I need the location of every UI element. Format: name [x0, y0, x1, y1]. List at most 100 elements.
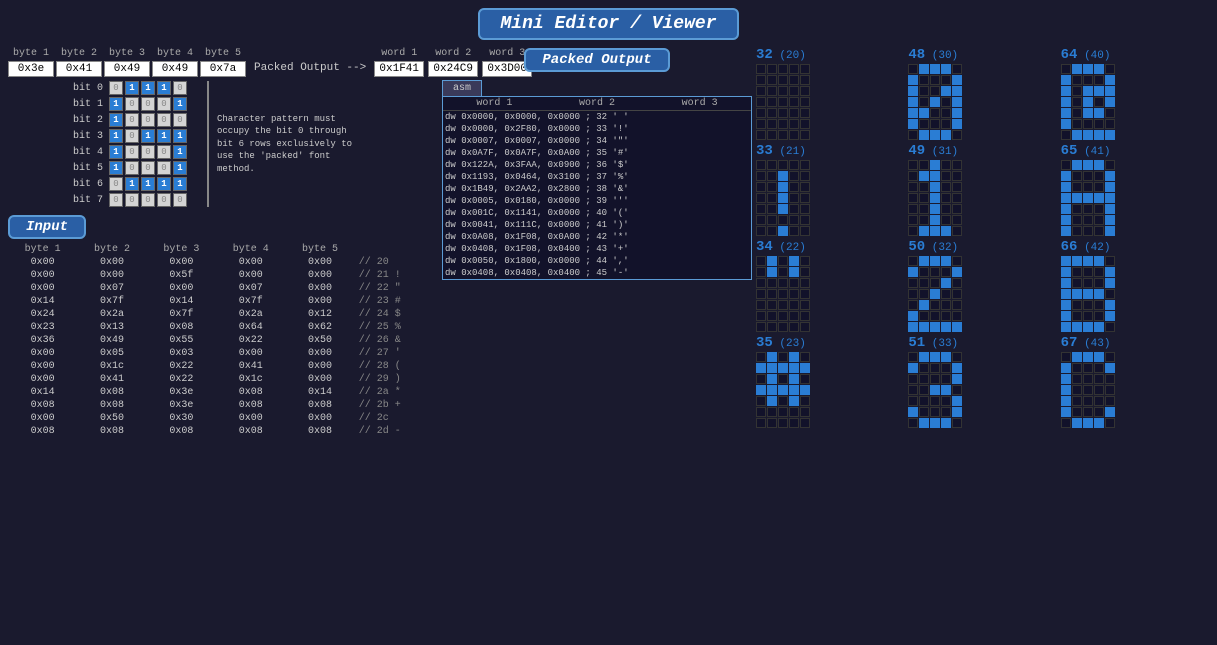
bit-cell-r3-c4[interactable]: 1	[173, 129, 187, 143]
input-cell-r12-c4[interactable]: 0x00	[285, 412, 354, 425]
bit-cell-r5-c4[interactable]: 1	[173, 161, 187, 175]
byte-val-4[interactable]: 0x49	[152, 61, 198, 77]
input-cell-r3-c1[interactable]: 0x7f	[77, 295, 146, 308]
input-cell-r5-c0[interactable]: 0x23	[8, 321, 77, 334]
input-cell-r2-c2[interactable]: 0x00	[147, 282, 216, 295]
bit-cell-r6-c0[interactable]: 0	[109, 177, 123, 191]
byte-val-5[interactable]: 0x7a	[200, 61, 246, 77]
bit-cell-r3-c3[interactable]: 1	[157, 129, 171, 143]
input-cell-r0-c2[interactable]: 0x00	[147, 256, 216, 269]
bit-cell-r3-c2[interactable]: 1	[141, 129, 155, 143]
input-cell-r2-c4[interactable]: 0x00	[285, 282, 354, 295]
bit-cell-r6-c3[interactable]: 1	[157, 177, 171, 191]
input-cell-r13-c2[interactable]: 0x08	[147, 425, 216, 438]
input-cell-r5-c3[interactable]: 0x64	[216, 321, 285, 334]
input-cell-r11-c0[interactable]: 0x08	[8, 399, 77, 412]
input-cell-r11-c4[interactable]: 0x08	[285, 399, 354, 412]
input-cell-r0-c0[interactable]: 0x00	[8, 256, 77, 269]
bit-cell-r1-c4[interactable]: 1	[173, 97, 187, 111]
input-cell-r12-c3[interactable]: 0x00	[216, 412, 285, 425]
input-cell-r1-c4[interactable]: 0x00	[285, 269, 354, 282]
input-cell-r10-c4[interactable]: 0x14	[285, 386, 354, 399]
input-cell-r6-c2[interactable]: 0x55	[147, 334, 216, 347]
bit-cell-r4-c4[interactable]: 1	[173, 145, 187, 159]
input-cell-r9-c0[interactable]: 0x00	[8, 373, 77, 386]
input-cell-r1-c0[interactable]: 0x00	[8, 269, 77, 282]
bit-cell-r5-c3[interactable]: 0	[157, 161, 171, 175]
input-cell-r4-c3[interactable]: 0x2a	[216, 308, 285, 321]
input-cell-r10-c0[interactable]: 0x14	[8, 386, 77, 399]
input-cell-r9-c1[interactable]: 0x41	[77, 373, 146, 386]
bit-cell-r7-c0[interactable]: 0	[109, 193, 123, 207]
bit-cell-r3-c1[interactable]: 0	[125, 129, 139, 143]
byte-val-1[interactable]: 0x3e	[8, 61, 54, 77]
bit-cell-r7-c4[interactable]: 0	[173, 193, 187, 207]
bit-cell-r0-c2[interactable]: 1	[141, 81, 155, 95]
input-cell-r3-c0[interactable]: 0x14	[8, 295, 77, 308]
input-cell-r1-c3[interactable]: 0x00	[216, 269, 285, 282]
input-cell-r2-c0[interactable]: 0x00	[8, 282, 77, 295]
bit-cell-r5-c0[interactable]: 1	[109, 161, 123, 175]
bit-cell-r7-c2[interactable]: 0	[141, 193, 155, 207]
input-cell-r9-c4[interactable]: 0x00	[285, 373, 354, 386]
bit-cell-r5-c1[interactable]: 0	[125, 161, 139, 175]
input-cell-r9-c2[interactable]: 0x22	[147, 373, 216, 386]
input-cell-r10-c3[interactable]: 0x08	[216, 386, 285, 399]
bit-cell-r2-c1[interactable]: 0	[125, 113, 139, 127]
input-cell-r1-c2[interactable]: 0x5f	[147, 269, 216, 282]
input-cell-r13-c4[interactable]: 0x08	[285, 425, 354, 438]
input-cell-r3-c4[interactable]: 0x00	[285, 295, 354, 308]
input-cell-r5-c4[interactable]: 0x62	[285, 321, 354, 334]
input-cell-r11-c1[interactable]: 0x08	[77, 399, 146, 412]
input-cell-r3-c3[interactable]: 0x7f	[216, 295, 285, 308]
input-cell-r8-c1[interactable]: 0x1c	[77, 360, 146, 373]
input-cell-r10-c1[interactable]: 0x08	[77, 386, 146, 399]
bit-cell-r0-c1[interactable]: 1	[125, 81, 139, 95]
output-table-container[interactable]: word 1 word 2 word 3 dw 0x0000, 0x0000, …	[442, 96, 752, 280]
input-cell-r7-c1[interactable]: 0x05	[77, 347, 146, 360]
input-cell-r8-c2[interactable]: 0x22	[147, 360, 216, 373]
input-cell-r13-c0[interactable]: 0x08	[8, 425, 77, 438]
input-cell-r5-c1[interactable]: 0x13	[77, 321, 146, 334]
input-cell-r2-c3[interactable]: 0x07	[216, 282, 285, 295]
input-cell-r8-c0[interactable]: 0x00	[8, 360, 77, 373]
input-cell-r8-c3[interactable]: 0x41	[216, 360, 285, 373]
bit-cell-r0-c0[interactable]: 0	[109, 81, 123, 95]
byte-val-3[interactable]: 0x49	[104, 61, 150, 77]
input-cell-r4-c4[interactable]: 0x12	[285, 308, 354, 321]
input-cell-r0-c3[interactable]: 0x00	[216, 256, 285, 269]
byte-val-2[interactable]: 0x41	[56, 61, 102, 77]
input-cell-r7-c4[interactable]: 0x00	[285, 347, 354, 360]
input-cell-r5-c2[interactable]: 0x08	[147, 321, 216, 334]
input-cell-r6-c4[interactable]: 0x50	[285, 334, 354, 347]
input-cell-r0-c1[interactable]: 0x00	[77, 256, 146, 269]
input-cell-r6-c1[interactable]: 0x49	[77, 334, 146, 347]
input-cell-r3-c2[interactable]: 0x14	[147, 295, 216, 308]
bit-cell-r0-c3[interactable]: 1	[157, 81, 171, 95]
input-cell-r7-c2[interactable]: 0x03	[147, 347, 216, 360]
input-cell-r7-c3[interactable]: 0x00	[216, 347, 285, 360]
input-cell-r4-c1[interactable]: 0x2a	[77, 308, 146, 321]
bit-cell-r1-c3[interactable]: 0	[157, 97, 171, 111]
bit-cell-r2-c2[interactable]: 0	[141, 113, 155, 127]
bit-cell-r4-c2[interactable]: 0	[141, 145, 155, 159]
input-cell-r12-c0[interactable]: 0x00	[8, 412, 77, 425]
input-cell-r2-c1[interactable]: 0x07	[77, 282, 146, 295]
input-cell-r1-c1[interactable]: 0x00	[77, 269, 146, 282]
input-cell-r0-c4[interactable]: 0x00	[285, 256, 354, 269]
bit-cell-r7-c1[interactable]: 0	[125, 193, 139, 207]
bit-cell-r6-c4[interactable]: 1	[173, 177, 187, 191]
bit-cell-r5-c2[interactable]: 0	[141, 161, 155, 175]
input-cell-r6-c0[interactable]: 0x36	[8, 334, 77, 347]
input-cell-r4-c2[interactable]: 0x7f	[147, 308, 216, 321]
bit-cell-r7-c3[interactable]: 0	[157, 193, 171, 207]
bit-cell-r1-c1[interactable]: 0	[125, 97, 139, 111]
bit-cell-r1-c2[interactable]: 0	[141, 97, 155, 111]
bit-cell-r4-c3[interactable]: 0	[157, 145, 171, 159]
bit-cell-r2-c4[interactable]: 0	[173, 113, 187, 127]
input-cell-r8-c4[interactable]: 0x00	[285, 360, 354, 373]
bit-cell-r2-c0[interactable]: 1	[109, 113, 123, 127]
input-cell-r9-c3[interactable]: 0x1c	[216, 373, 285, 386]
input-cell-r11-c2[interactable]: 0x3e	[147, 399, 216, 412]
input-cell-r11-c3[interactable]: 0x08	[216, 399, 285, 412]
